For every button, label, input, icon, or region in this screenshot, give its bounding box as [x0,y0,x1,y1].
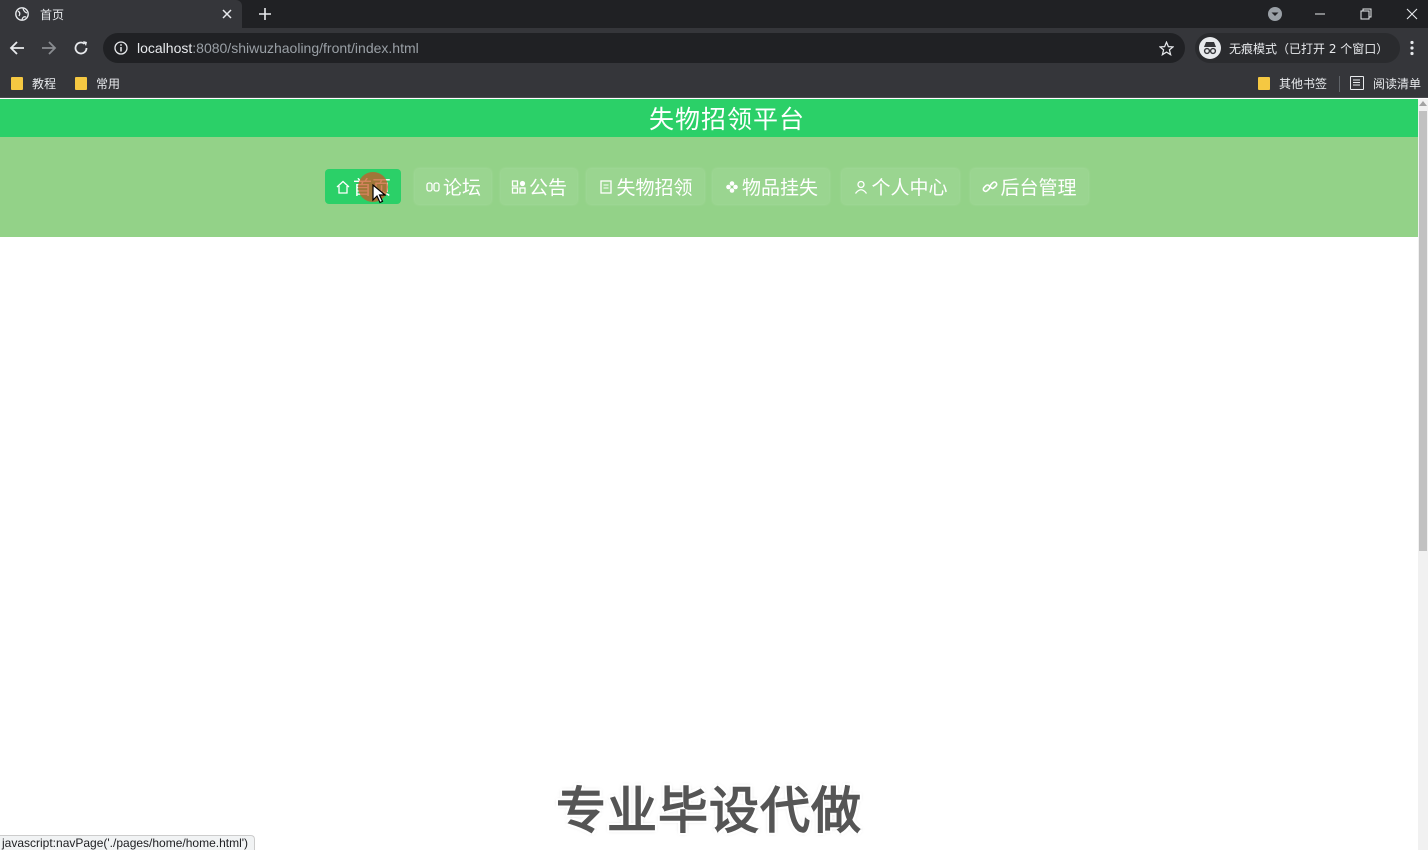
nav-item-announcement[interactable]: 公告 [501,169,577,204]
nav-item-profile[interactable]: 个人中心 [842,169,959,204]
browser-toolbar: localhost:8080/shiwuzhaoling/front/index… [0,28,1428,68]
tab-search-icon[interactable] [1264,4,1286,24]
main-nav: 首页 论坛 公告 失物招领 物品挂失 [0,137,1418,237]
home-icon [335,179,351,195]
site-header: 失物招领平台 [0,99,1418,137]
bookmark-label: 常用 [96,76,121,91]
nav-item-admin[interactable]: 后台管理 [971,169,1088,204]
chat-icon [425,179,441,195]
user-icon [853,179,869,195]
scroll-up-arrow-icon[interactable] [1419,101,1427,106]
folder-icon [1258,76,1270,90]
url-host: localhost [137,40,193,56]
incognito-label: 无痕模式（已打开 2 个窗口） [1229,41,1389,56]
nav-label: 公告 [529,177,568,199]
nav-label: 论坛 [443,177,482,199]
reading-list-label: 阅读清单 [1373,76,1422,91]
nav-label: 失物招领 [616,177,693,199]
bookmark-folder-common[interactable]: 常用 [75,73,120,93]
restore-icon[interactable] [1343,0,1389,28]
mouse-cursor-icon [372,183,387,208]
bookmark-star-icon[interactable] [1157,39,1175,57]
folder-icon [75,76,87,90]
nav-label: 后台管理 [1000,177,1077,199]
watermark-text: 专业毕设代做 [556,782,862,840]
page-scrollbar[interactable] [1418,99,1428,850]
tab-title: 首页 [40,7,65,22]
nav-label: 物品挂失 [741,177,818,199]
more-menu-icon[interactable] [1402,38,1422,58]
bookmarks-divider [1339,76,1340,92]
other-bookmarks[interactable]: 其他书签 [1258,73,1327,93]
nav-item-report-lost[interactable]: 物品挂失 [713,169,829,204]
grid-icon [511,179,527,195]
nav-item-lost-found[interactable]: 失物招领 [587,169,704,204]
status-url-bubble: javascript:navPage('./pages/home/home.ht… [0,835,256,850]
incognito-indicator[interactable]: 无痕模式（已打开 2 个窗口） [1195,33,1401,63]
tab-strip: 首页 [0,0,1428,28]
close-icon[interactable] [218,5,236,23]
address-bar[interactable]: localhost:8080/shiwuzhaoling/front/index… [103,33,1185,63]
url-path: :8080/shiwuzhaoling/front/index.html [192,40,419,56]
link-icon [982,179,998,195]
nav-label: 个人中心 [871,177,948,199]
reading-list[interactable]: 阅读清单 [1350,73,1421,93]
reload-icon[interactable] [69,36,93,60]
nav-item-forum[interactable]: 论坛 [415,169,491,204]
minimize-icon[interactable] [1297,0,1343,28]
bookmark-label: 教程 [32,76,57,91]
globe-icon [14,6,30,22]
snowflake-icon [724,179,740,195]
other-bookmarks-label: 其他书签 [1279,76,1328,91]
window-close-icon[interactable] [1389,0,1428,28]
site-title: 失物招领平台 [648,105,805,134]
scrollbar-thumb[interactable] [1419,111,1427,551]
incognito-icon [1199,37,1221,59]
reading-list-icon [1350,76,1364,90]
folder-icon [11,76,23,90]
browser-tab[interactable]: 首页 [0,0,242,28]
back-icon[interactable] [5,36,29,60]
url-text: localhost:8080/shiwuzhaoling/front/index… [137,40,419,56]
new-tab-button[interactable] [254,3,276,25]
page-viewport: 失物招领平台 首页 论坛 公告 失物招领 [0,99,1418,850]
bookmark-folder-tutorial[interactable]: 教程 [11,73,56,93]
forward-icon[interactable] [37,36,61,60]
document-icon [598,179,614,195]
bookmarks-bar: 教程 常用 其他书签 阅读清单 [0,68,1428,98]
info-icon[interactable] [113,40,129,56]
